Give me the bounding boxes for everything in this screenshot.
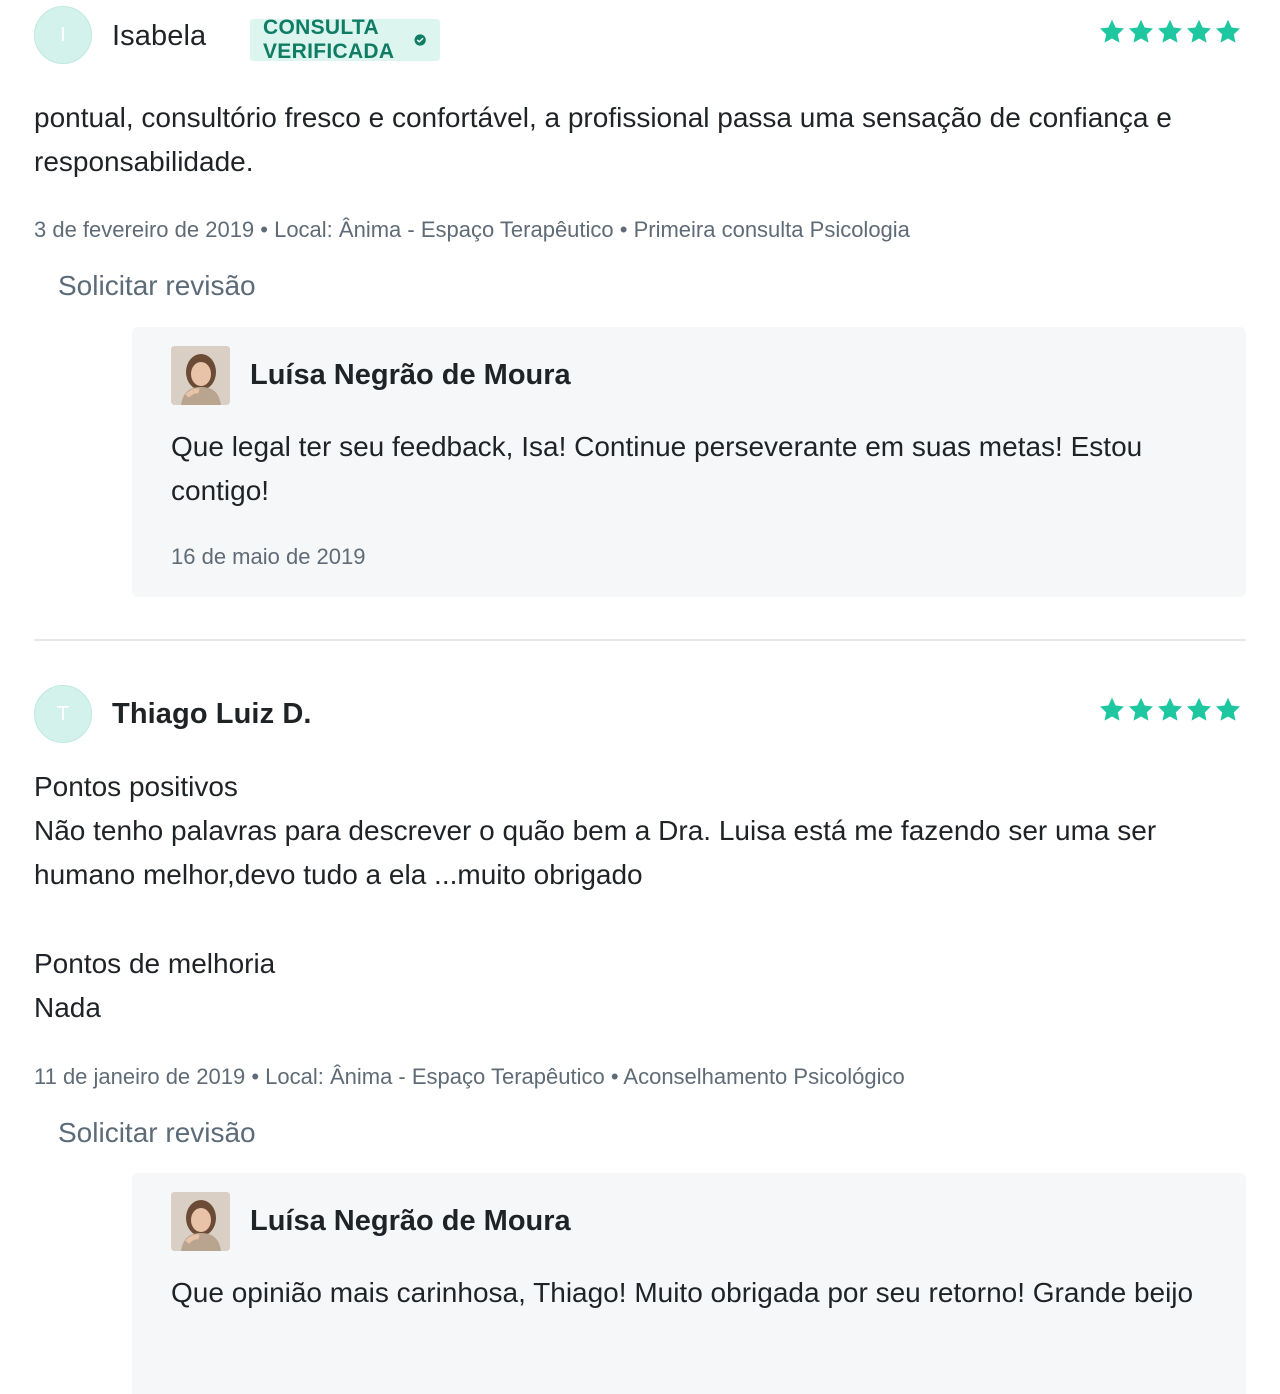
reviewer-name: Thiago Luiz D. bbox=[112, 698, 312, 730]
request-review-link[interactable]: Solicitar revisão bbox=[58, 1117, 256, 1149]
positive-text: Não tenho palavras para descrever o quão… bbox=[34, 815, 1157, 890]
improve-title: Pontos de melhoria bbox=[34, 948, 276, 979]
review-meta: 11 de janeiro de 2019 • Local: Ânima - E… bbox=[34, 1064, 905, 1089]
review-text: pontual, consultório fresco e confortáve… bbox=[34, 102, 1172, 177]
star-icon bbox=[1157, 19, 1183, 43]
review-header: T Thiago Luiz D. bbox=[34, 685, 1246, 745]
reply-author: Luísa Negrão de Moura bbox=[250, 1205, 571, 1237]
request-review-link[interactable]: Solicitar revisão bbox=[58, 270, 256, 302]
review-meta: 3 de fevereiro de 2019 • Local: Ânima - … bbox=[34, 217, 910, 242]
verified-badge: CONSULTA VERIFICADA bbox=[250, 16, 441, 63]
avatar: T bbox=[34, 685, 92, 743]
avatar: I bbox=[34, 6, 92, 64]
star-icon bbox=[1128, 19, 1154, 43]
check-circle-icon bbox=[414, 34, 426, 46]
improve-text: Nada bbox=[34, 992, 101, 1023]
doctor-photo-icon bbox=[171, 346, 230, 405]
review-header: I Isabela CONSULTA VERIFICADA bbox=[34, 6, 1246, 66]
reply-text: Que opinião mais carinhosa, Thiago! Muit… bbox=[171, 1277, 1194, 1308]
reply-author: Luísa Negrão de Moura bbox=[250, 359, 571, 391]
star-icon bbox=[1215, 19, 1241, 43]
star-rating bbox=[1098, 18, 1242, 46]
reply-date: 16 de maio de 2019 bbox=[171, 544, 366, 569]
doctor-avatar bbox=[171, 1192, 230, 1251]
verified-label: CONSULTA VERIFICADA bbox=[263, 16, 395, 63]
star-icon bbox=[1186, 697, 1212, 721]
star-rating bbox=[1098, 696, 1242, 724]
review-card: T Thiago Luiz D. bbox=[34, 685, 1246, 745]
star-icon bbox=[1128, 697, 1154, 721]
reply-text: Que legal ter seu feedback, Isa! Continu… bbox=[171, 431, 1143, 506]
star-icon bbox=[1157, 697, 1183, 721]
doctor-photo-icon bbox=[171, 1192, 230, 1251]
star-icon bbox=[1215, 697, 1241, 721]
doctor-avatar bbox=[171, 346, 230, 405]
star-icon bbox=[1186, 19, 1212, 43]
star-icon bbox=[1099, 697, 1125, 721]
doctor-reply: Luísa Negrão de Moura Que legal ter seu … bbox=[132, 327, 1246, 597]
doctor-reply: Luísa Negrão de Moura Que opinião mais c… bbox=[132, 1173, 1246, 1394]
positive-title: Pontos positivos bbox=[34, 771, 238, 802]
review-divider bbox=[34, 639, 1246, 641]
review-card: I Isabela CONSULTA VERIFICADA bbox=[34, 6, 1246, 66]
star-icon bbox=[1099, 19, 1125, 43]
reviewer-name: Isabela bbox=[112, 20, 207, 52]
